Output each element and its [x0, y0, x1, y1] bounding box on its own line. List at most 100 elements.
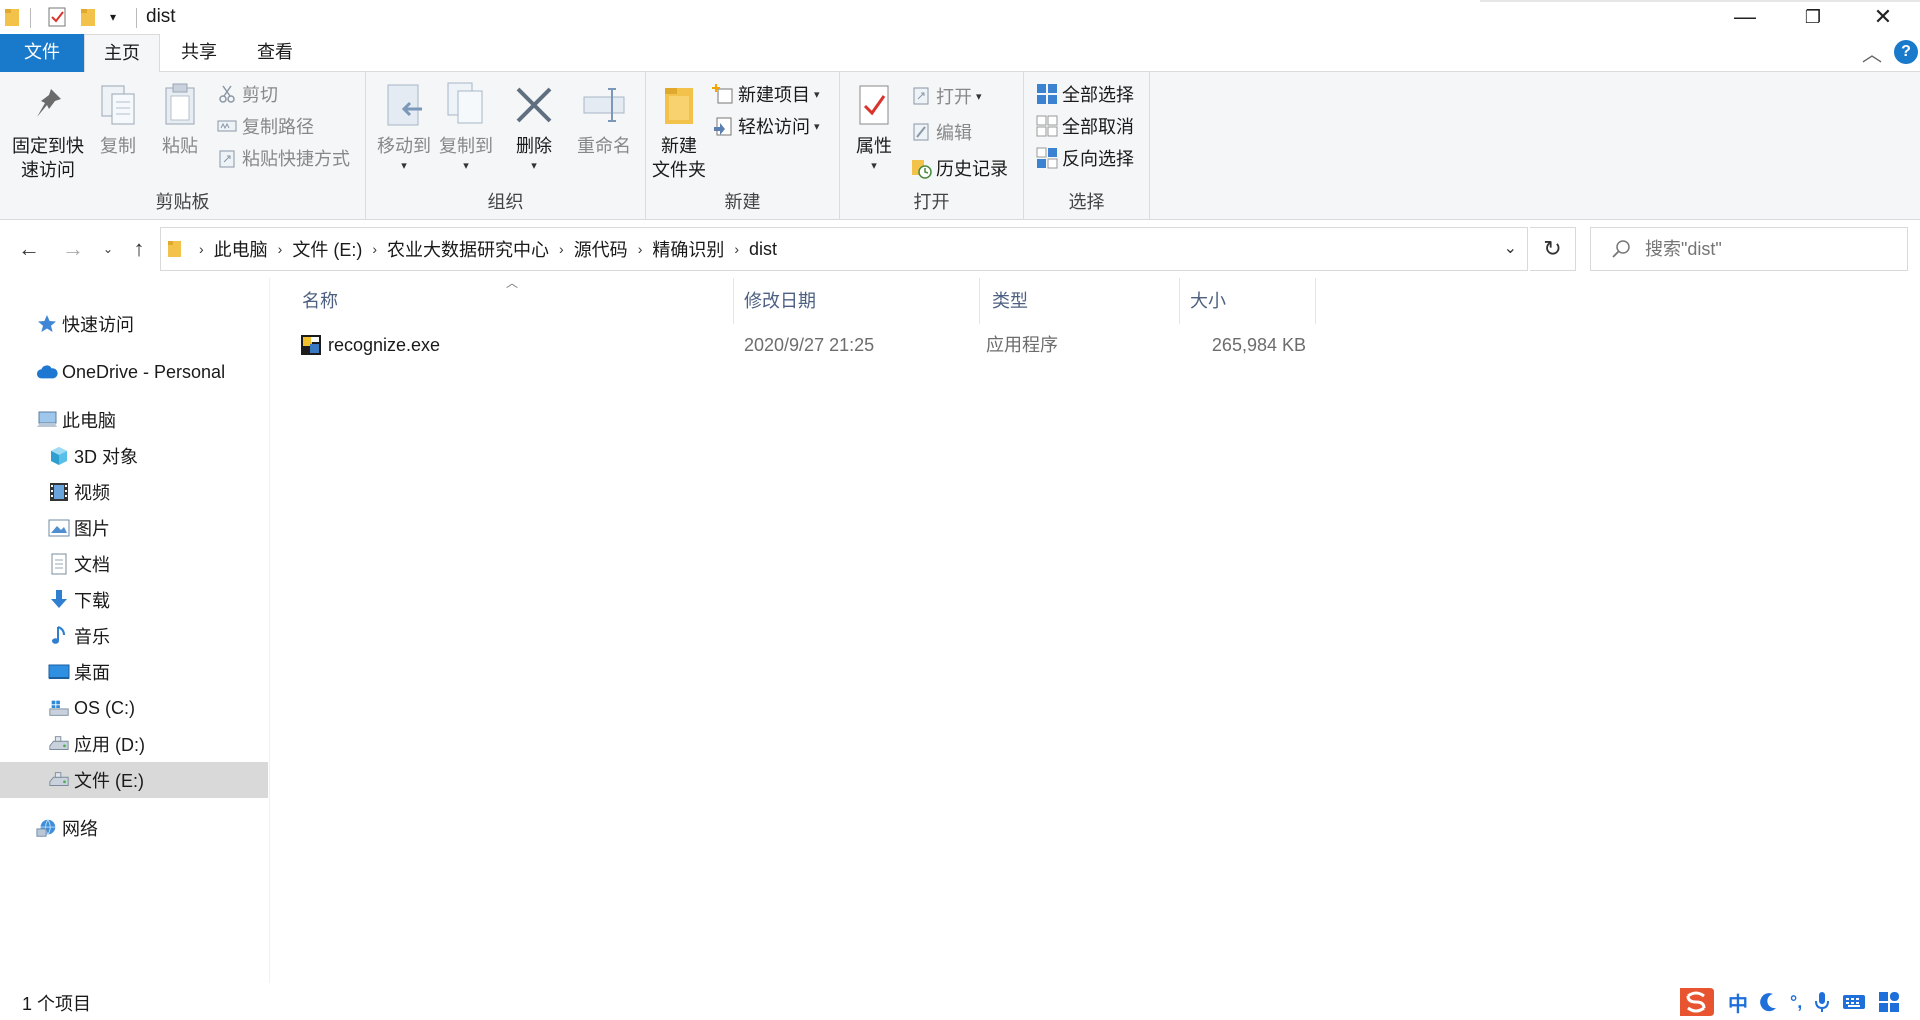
item-count: 1 个项目	[22, 994, 92, 1014]
restore-button[interactable]: ❐	[1778, 0, 1848, 34]
minimize-button[interactable]: —	[1710, 0, 1780, 34]
select-none-button[interactable]: 全部取消	[1036, 112, 1134, 140]
address-folder-icon	[167, 239, 183, 259]
open-button[interactable]: 打开 ▾	[910, 82, 982, 110]
group-select: 全部选择 全部取消 反向选择 选择	[1024, 72, 1150, 220]
new-folder-icon	[657, 80, 701, 130]
tab-file[interactable]: 文件	[0, 34, 84, 72]
star-icon	[36, 313, 58, 335]
move-to-button[interactable]: 移动到 ▾	[374, 80, 434, 178]
nav-music[interactable]: 音乐	[0, 618, 268, 654]
breadcrumb-research-center[interactable]: 农业大数据研究中心	[387, 236, 549, 262]
paste-shortcut-button[interactable]: 粘贴快捷方式	[216, 144, 350, 172]
refresh-icon[interactable]: ↻	[1530, 227, 1576, 271]
nav-drive-c[interactable]: OS (C:)	[0, 690, 268, 726]
keyboard-icon[interactable]	[1842, 993, 1866, 1011]
pin-quick-access-button[interactable]: 固定到快 速访问	[8, 80, 88, 182]
sogou-logo-icon[interactable]	[1676, 984, 1716, 1020]
scissors-icon	[216, 83, 238, 105]
column-header-date[interactable]: 修改日期	[734, 278, 980, 324]
back-arrow-icon[interactable]: ←	[12, 226, 46, 272]
properties-button[interactable]: 属性 ▾	[848, 80, 900, 178]
column-header-type[interactable]: 类型	[980, 278, 1180, 324]
nav-3d-objects[interactable]: 3D 对象	[0, 438, 268, 474]
search-box[interactable]	[1590, 227, 1908, 271]
file-type: 应用程序	[986, 335, 1058, 355]
customize-toolbar-icon[interactable]: ▾	[110, 4, 116, 30]
breadcrumb-chevron-icon[interactable]: ›	[638, 241, 643, 257]
toolbox-grid-icon[interactable]	[1878, 991, 1900, 1013]
group-label-open: 打开	[913, 192, 950, 212]
column-header-name[interactable]: 名称 ︿	[272, 276, 734, 324]
nav-documents[interactable]: 文档	[0, 546, 268, 582]
properties-quick-icon[interactable]	[46, 4, 68, 30]
column-header-size[interactable]: 大小	[1180, 278, 1316, 324]
new-folder-button[interactable]: 新建 文件夹	[648, 80, 710, 182]
invert-selection-button[interactable]: 反向选择	[1036, 144, 1134, 172]
breadcrumb-chevron-icon[interactable]: ›	[372, 241, 377, 257]
tab-home[interactable]: 主页	[84, 34, 160, 73]
breadcrumb-dist[interactable]: dist	[749, 239, 777, 260]
nav-drive-d[interactable]: 应用 (D:)	[0, 726, 268, 762]
copy-to-button[interactable]: 复制到 ▾	[436, 80, 496, 178]
nav-drive-e[interactable]: 文件 (E:)	[0, 762, 268, 798]
delete-button[interactable]: 删除 ▾	[506, 80, 562, 178]
up-arrow-icon[interactable]: ↑	[124, 226, 154, 272]
ime-language[interactable]: 中	[1728, 988, 1748, 1017]
breadcrumb-this-pc[interactable]: 此电脑	[214, 236, 268, 262]
new-folder-quick-icon[interactable]	[80, 4, 98, 30]
drive-icon	[48, 733, 70, 755]
nav-quick-access[interactable]: 快速访问	[0, 306, 268, 342]
recent-locations-chevron-icon[interactable]: ⌄	[98, 226, 118, 272]
nav-network[interactable]: 网络	[0, 810, 268, 846]
easy-access-button[interactable]: 轻松访问 ▾	[712, 112, 820, 140]
breadcrumb-precise-recognition[interactable]: 精确识别	[652, 236, 724, 262]
breadcrumb-source-code[interactable]: 源代码	[574, 236, 628, 262]
select-all-button[interactable]: 全部选择	[1036, 80, 1134, 108]
address-dropdown-chevron-icon[interactable]: ⌄	[1504, 238, 1517, 258]
search-input[interactable]	[1645, 238, 1885, 260]
collapse-ribbon-icon[interactable]: ︿	[1862, 38, 1882, 67]
breadcrumb-chevron-icon[interactable]: ›	[734, 241, 739, 257]
copy-button[interactable]: 复制	[92, 80, 144, 158]
breadcrumb-chevron-icon[interactable]: ›	[199, 241, 204, 257]
paste-icon	[158, 80, 202, 130]
moon-icon[interactable]	[1760, 992, 1778, 1012]
rename-button[interactable]: 重命名	[570, 80, 638, 158]
new-item-button[interactable]: 新建项目 ▾	[712, 80, 820, 108]
nav-downloads[interactable]: 下载	[0, 582, 268, 618]
punctuation-toggle[interactable]: °,	[1790, 992, 1802, 1013]
nav-desktop[interactable]: 桌面	[0, 654, 268, 690]
nav-onedrive[interactable]: OneDrive - Personal	[0, 354, 268, 390]
status-bar: 1 个项目 中 °,	[0, 984, 1920, 1020]
ribbon: 固定到快 速访问 复制 粘贴 剪切 复制路径 粘贴快捷方式 剪贴板 移动到 ▾ …	[0, 72, 1920, 220]
microphone-icon[interactable]	[1814, 991, 1830, 1013]
tab-share[interactable]: 共享	[160, 34, 238, 72]
address-bar[interactable]: › 此电脑 › 文件 (E:) › 农业大数据研究中心 › 源代码 › 精确识别…	[160, 227, 1528, 271]
edit-button[interactable]: 编辑	[910, 118, 972, 146]
file-row[interactable]: recognize.exe	[300, 328, 440, 362]
nav-pictures[interactable]: 图片	[0, 510, 268, 546]
breadcrumb-chevron-icon[interactable]: ›	[278, 241, 283, 257]
help-icon[interactable]: ?	[1894, 40, 1918, 64]
nav-videos[interactable]: 视频	[0, 474, 268, 510]
close-button[interactable]: ✕	[1848, 0, 1918, 34]
tab-view[interactable]: 查看	[238, 34, 312, 72]
delete-x-icon	[512, 80, 556, 130]
nav-this-pc[interactable]: 此电脑	[0, 402, 268, 438]
cut-button[interactable]: 剪切	[216, 80, 278, 108]
drive-icon	[48, 769, 70, 791]
move-to-icon	[382, 80, 426, 130]
history-button[interactable]: 历史记录	[910, 154, 1008, 182]
navigation-pane: 快速访问 OneDrive - Personal 此电脑 3D 对象 视频 图片	[0, 278, 270, 983]
sort-ascending-icon: ︿	[506, 276, 519, 290]
breadcrumb-drive-e[interactable]: 文件 (E:)	[292, 236, 362, 262]
forward-arrow-icon[interactable]: →	[58, 226, 88, 272]
ime-toolbar: 中 °,	[1676, 984, 1900, 1020]
paste-button[interactable]: 粘贴	[152, 80, 208, 158]
breadcrumb-chevron-icon[interactable]: ›	[559, 241, 564, 257]
copy-path-button[interactable]: 复制路径	[216, 112, 314, 140]
group-label-select: 选择	[1068, 192, 1105, 212]
select-none-icon	[1036, 115, 1058, 137]
group-label-organize: 组织	[487, 192, 524, 212]
